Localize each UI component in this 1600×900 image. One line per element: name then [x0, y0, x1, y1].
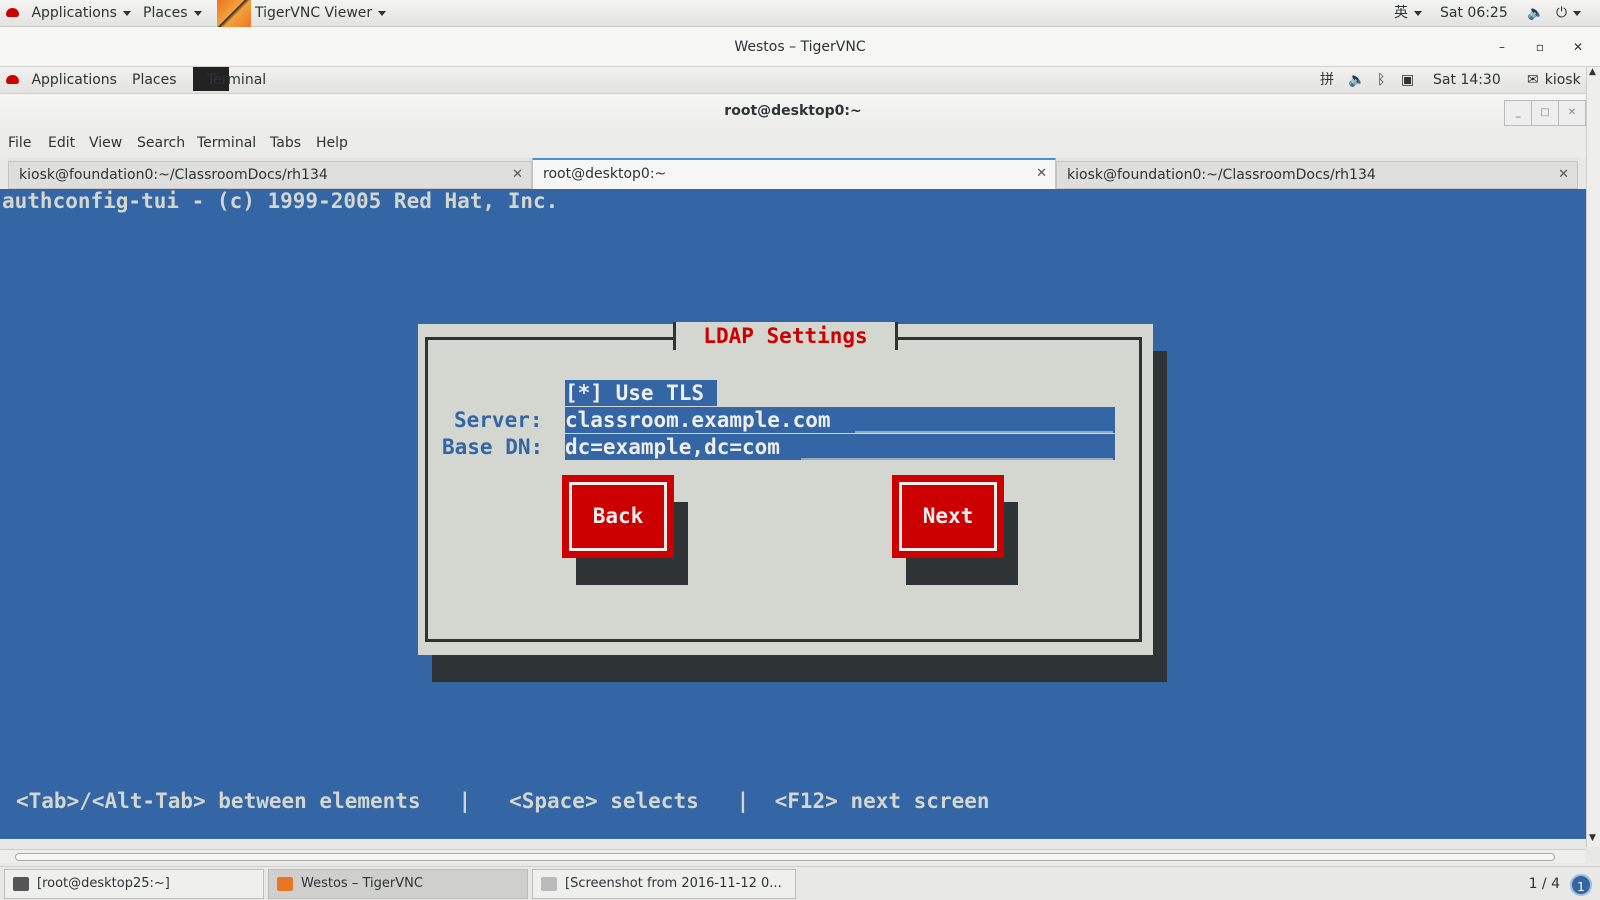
maximize-button[interactable]: ▫: [1530, 37, 1550, 57]
remote-applications-menu[interactable]: Applications: [6, 67, 117, 94]
workspace-pager[interactable]: 1 / 4: [1529, 867, 1560, 900]
network-icon[interactable]: ▣: [1401, 67, 1414, 94]
vnc-window-title: Westos – TigerVNC: [734, 39, 866, 55]
remote-user-menu[interactable]: ✉ kiosk: [1527, 67, 1581, 94]
remote-user-label: kiosk: [1544, 72, 1581, 88]
redhat-icon: [6, 74, 19, 84]
back-button[interactable]: Back: [562, 475, 674, 558]
next-button[interactable]: Next: [892, 475, 1004, 558]
ldap-settings-dialog: LDAP Settings [*] Use TLS Server: classr…: [418, 322, 1153, 655]
power-menu[interactable]: ⏻: [1556, 0, 1582, 27]
chevron-down-icon: [1573, 10, 1582, 16]
remote-active-app[interactable]: Terminal: [193, 67, 266, 94]
menu-file[interactable]: File: [8, 128, 31, 158]
notification-badge[interactable]: 1: [1570, 874, 1592, 896]
active-app-label: TigerVNC Viewer: [255, 5, 373, 21]
key-hints: <Tab>/<Alt-Tab> between elements | <Spac…: [16, 789, 990, 813]
terminal-close-button[interactable]: ✕: [1558, 100, 1586, 126]
back-button-label: Back: [569, 482, 667, 551]
remote-places-menu[interactable]: Places: [132, 67, 177, 94]
server-field-underline: [855, 431, 1113, 433]
tab-label: kiosk@foundation0:~/ClassroomDocs/rh134: [19, 167, 328, 183]
chevron-down-icon: [122, 10, 131, 16]
remote-top-bar: Applications Places Terminal 拼 🔈 ᛒ ▣ Sat…: [0, 67, 1586, 94]
tigervnc-icon: [277, 876, 293, 891]
use-tls-checkbox[interactable]: [*] Use TLS: [565, 380, 717, 406]
dialog-title: LDAP Settings: [673, 322, 898, 350]
menu-search[interactable]: Search: [137, 128, 185, 158]
menu-view[interactable]: View: [89, 128, 122, 158]
input-method-label: 英: [1394, 5, 1408, 21]
bluetooth-icon[interactable]: ᛒ: [1377, 67, 1385, 94]
next-button-label: Next: [899, 482, 997, 551]
tui-header: authconfig-tui - (c) 1999-2005 Red Hat, …: [2, 189, 559, 213]
places-menu[interactable]: Places: [143, 0, 202, 27]
volume-icon[interactable]: 🔈: [1348, 67, 1365, 94]
image-viewer-icon: [541, 876, 557, 891]
terminal-icon: [13, 876, 29, 891]
volume-icon[interactable]: 🔈: [1527, 0, 1544, 27]
basedn-label: Base DN:: [442, 435, 544, 459]
terminal-maximize-button[interactable]: □: [1531, 100, 1559, 126]
applications-menu[interactable]: Applications: [6, 0, 131, 27]
input-method-indicator[interactable]: 英: [1394, 0, 1422, 27]
task-label: [Screenshot from 2016-11-12 0...: [565, 876, 782, 891]
dialog-frame: [425, 337, 1142, 642]
tab-kiosk-2[interactable]: kiosk@foundation0:~/ClassroomDocs/rh134 …: [1056, 161, 1578, 189]
task-label: [root@desktop25:~]: [37, 876, 170, 891]
close-button[interactable]: ✕: [1568, 37, 1588, 57]
tigervnc-icon: [217, 0, 251, 27]
chevron-down-icon: [193, 10, 202, 16]
power-icon: ⏻: [1556, 5, 1568, 21]
redhat-icon: [6, 7, 19, 17]
clock[interactable]: Sat 06:25: [1440, 0, 1508, 27]
basedn-input[interactable]: dc=example,dc=com: [565, 434, 1115, 460]
remote-active-app-label: Terminal: [207, 72, 267, 88]
scroll-down-icon[interactable]: ▼: [1589, 833, 1596, 843]
tab-label: root@desktop0:~: [543, 166, 667, 182]
server-input[interactable]: classroom.example.com: [565, 407, 1115, 433]
menu-help[interactable]: Help: [316, 128, 348, 158]
minimize-button[interactable]: –: [1492, 37, 1512, 57]
task-screenshot[interactable]: [Screenshot from 2016-11-12 0...: [532, 869, 796, 899]
chevron-down-icon: [1414, 10, 1422, 16]
horizontal-scrollbar[interactable]: [0, 849, 1586, 863]
task-westos-tigervnc[interactable]: Westos – TigerVNC: [268, 869, 528, 899]
applications-label: Applications: [31, 5, 117, 21]
remote-input-method[interactable]: 拼: [1320, 67, 1334, 94]
outer-top-bar: Applications Places TigerVNC Viewer 英 Sa…: [0, 0, 1600, 27]
basedn-field-underline: [801, 458, 1113, 460]
terminal-body[interactable]: authconfig-tui - (c) 1999-2005 Red Hat, …: [0, 189, 1586, 839]
terminal-menubar: File Edit View Search Terminal Tabs Help: [0, 128, 1586, 158]
terminal-minimize-button[interactable]: _: [1504, 100, 1532, 126]
tab-kiosk-1[interactable]: kiosk@foundation0:~/ClassroomDocs/rh134 …: [8, 161, 532, 189]
task-root-desktop25[interactable]: [root@desktop25:~]: [4, 869, 264, 899]
tab-close-icon[interactable]: ✕: [1558, 162, 1569, 188]
scroll-up-icon[interactable]: ▲: [1589, 67, 1596, 77]
terminal-title: root@desktop0:~: [724, 103, 862, 119]
tab-close-icon[interactable]: ✕: [512, 162, 523, 188]
terminal-tab-bar: kiosk@foundation0:~/ClassroomDocs/rh134 …: [8, 158, 1578, 189]
server-label: Server:: [454, 408, 543, 432]
chevron-down-icon: [378, 10, 387, 16]
terminal-window-buttons: _ □ ✕: [1504, 94, 1586, 126]
vnc-window-titlebar: Westos – TigerVNC – ▫ ✕: [0, 27, 1600, 67]
bottom-taskbar: [root@desktop25:~] Westos – TigerVNC [Sc…: [0, 866, 1600, 900]
tab-root-desktop0[interactable]: root@desktop0:~ ✕: [532, 158, 1056, 189]
vertical-scrollbar[interactable]: ▲ ▼: [1586, 67, 1600, 847]
remote-applications-label: Applications: [31, 72, 117, 88]
active-app-menu[interactable]: TigerVNC Viewer: [217, 0, 387, 27]
menu-terminal[interactable]: Terminal: [197, 128, 256, 158]
tab-label: kiosk@foundation0:~/ClassroomDocs/rh134: [1067, 167, 1376, 183]
horizontal-scroll-thumb[interactable]: [15, 853, 1555, 861]
menu-edit[interactable]: Edit: [48, 128, 75, 158]
places-label: Places: [143, 5, 188, 21]
terminal-titlebar: root@desktop0:~ _ □ ✕: [0, 94, 1586, 128]
remote-clock[interactable]: Sat 14:30: [1433, 67, 1501, 94]
menu-tabs[interactable]: Tabs: [270, 128, 301, 158]
user-icon: ✉: [1527, 72, 1539, 88]
tab-close-icon[interactable]: ✕: [1036, 160, 1047, 188]
task-label: Westos – TigerVNC: [301, 876, 423, 891]
